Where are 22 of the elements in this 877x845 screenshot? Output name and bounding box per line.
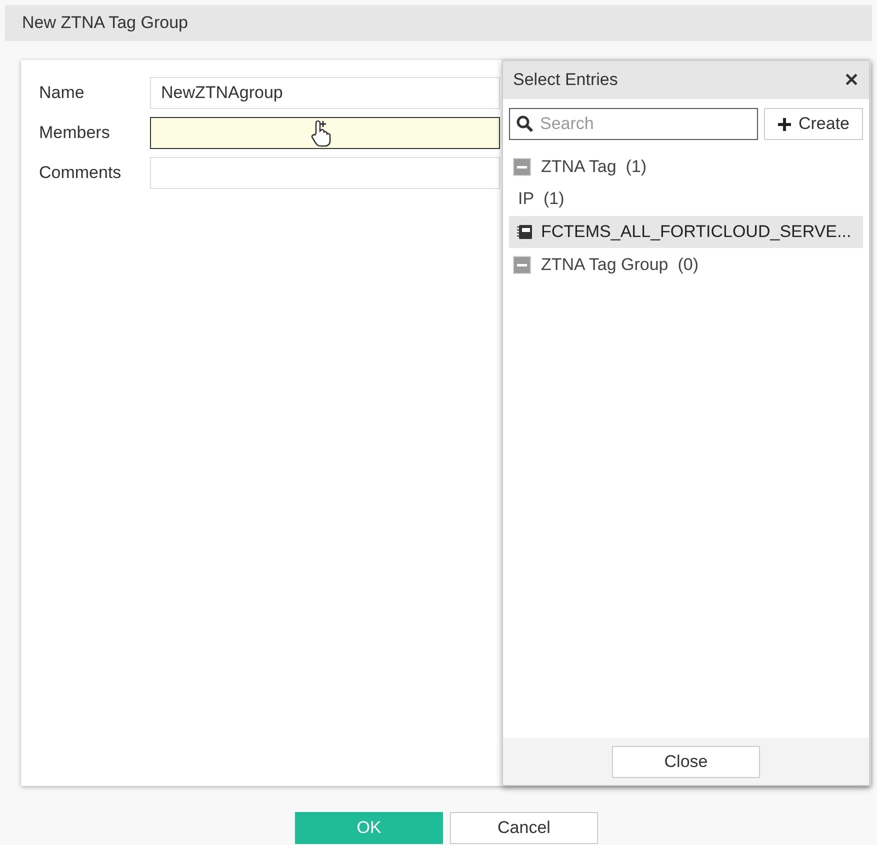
field-label: Members [39,122,111,144]
entry-label: FCTEMS_ALL_FORTICLOUD_SERVE... [541,221,852,244]
address-icon [517,224,533,240]
plus-icon [777,116,792,132]
hand-cursor-icon [309,119,331,147]
subgroup-label: IP (1) [518,188,564,210]
panel-title: Select Entries [513,69,618,92]
field-label: Comments [39,162,122,184]
input-field[interactable] [150,117,500,149]
window-title: New ZTNA Tag Group [22,12,188,34]
collapse-icon[interactable] [513,256,531,274]
search-icon [516,115,534,133]
close-button[interactable]: Close [612,746,760,778]
field-label: Name [39,82,86,104]
create-button[interactable]: Create [764,108,863,140]
cancel-button[interactable]: Cancel [450,812,598,844]
search-field[interactable]: Search [509,108,758,140]
collapse-icon[interactable] [513,158,531,176]
group-label: ZTNA Tag (1) [541,156,647,178]
entry-row[interactable]: FCTEMS_ALL_FORTICLOUD_SERVE... [509,216,863,248]
input-field[interactable]: NewZTNAgroup [150,77,500,109]
group-label: ZTNA Tag Group (0) [541,254,698,276]
